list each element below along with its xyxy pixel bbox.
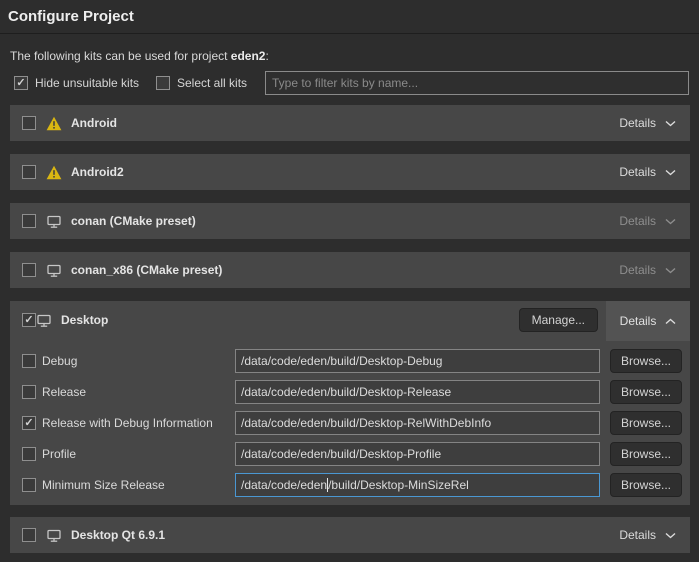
browse-button[interactable]: Browse... — [610, 442, 682, 466]
kit-checkbox[interactable] — [22, 214, 36, 228]
kit-row-conan-x86[interactable]: conan_x86 (CMake preset) Details — [10, 252, 690, 288]
browse-button[interactable]: Browse... — [610, 380, 682, 404]
desktop-icon — [46, 528, 62, 543]
browse-button[interactable]: Browse... — [610, 349, 682, 373]
kit-name: Desktop — [61, 313, 108, 327]
chevron-down-icon — [665, 267, 676, 274]
details-label: Details — [619, 116, 656, 130]
desktop-icon — [46, 263, 62, 278]
intro-text: The following kits can be used for proje… — [10, 49, 269, 63]
kit-checkbox[interactable] — [22, 313, 36, 327]
kit-checkbox[interactable] — [22, 116, 36, 130]
kit-row-desktop-qt[interactable]: Desktop Qt 6.9.1 Details — [10, 517, 690, 553]
warning-icon — [46, 165, 62, 180]
kit-name: conan_x86 (CMake preset) — [71, 263, 222, 277]
config-checkbox[interactable] — [22, 416, 36, 430]
browse-button[interactable]: Browse... — [610, 411, 682, 435]
warning-icon — [46, 116, 62, 131]
title-separator — [0, 33, 699, 34]
kit-filter-input[interactable] — [265, 71, 689, 95]
config-checkbox[interactable] — [22, 354, 36, 368]
config-label: Minimum Size Release — [42, 473, 165, 497]
kit-row-android[interactable]: Android Details — [10, 105, 690, 141]
build-config-row-minsizerel: Minimum Size Release /data/code/eden/bui… — [10, 473, 690, 497]
details-toggle[interactable]: Details — [619, 116, 676, 130]
build-config-row-debug: Debug Browse... — [10, 349, 690, 373]
desktop-icon — [46, 214, 62, 229]
details-label: Details — [619, 214, 656, 228]
config-label: Debug — [42, 349, 77, 373]
kit-checkbox[interactable] — [22, 165, 36, 179]
select-all-kits-label: Select all kits — [177, 76, 247, 90]
details-label: Details — [619, 263, 656, 277]
chevron-down-icon — [665, 532, 676, 539]
select-all-kits-checkbox[interactable] — [156, 76, 170, 90]
config-checkbox[interactable] — [22, 385, 36, 399]
hide-unsuitable-kits-control: Hide unsuitable kits — [14, 76, 139, 90]
build-dir-input[interactable] — [235, 442, 600, 466]
build-config-row-profile: Profile Browse... — [10, 442, 690, 466]
config-label: Profile — [42, 442, 76, 466]
configure-project-page: Configure Project The following kits can… — [0, 0, 699, 562]
build-dir-input[interactable] — [235, 349, 600, 373]
kit-checkbox[interactable] — [22, 263, 36, 277]
chevron-down-icon — [665, 169, 676, 176]
intro-after: : — [265, 49, 268, 63]
config-label: Release with Debug Information — [42, 411, 213, 435]
details-toggle[interactable]: Details — [619, 528, 676, 542]
select-all-kits-control: Select all kits — [156, 76, 247, 90]
intro-before: The following kits can be used for proje… — [10, 49, 231, 63]
build-dir-input[interactable] — [235, 380, 600, 404]
details-label: Details — [619, 528, 656, 542]
build-config-row-relwithdebinfo: Release with Debug Information Browse... — [10, 411, 690, 435]
config-label: Release — [42, 380, 86, 404]
desktop-icon — [36, 313, 52, 328]
manage-button[interactable]: Manage... — [519, 308, 598, 332]
chevron-down-icon — [665, 218, 676, 225]
kit-checkbox[interactable] — [22, 528, 36, 542]
hide-unsuitable-kits-checkbox[interactable] — [14, 76, 28, 90]
build-dir-input-focused[interactable]: /data/code/eden/build/Desktop-MinSizeRel — [235, 473, 600, 497]
kit-row-conan[interactable]: conan (CMake preset) Details — [10, 203, 690, 239]
kit-name: conan (CMake preset) — [71, 214, 196, 228]
details-toggle[interactable]: Details — [619, 165, 676, 179]
details-toggle: Details — [619, 214, 676, 228]
page-title: Configure Project — [8, 8, 134, 25]
path-after-caret: /build/Desktop-MinSizeRel — [328, 478, 469, 492]
browse-button[interactable]: Browse... — [610, 473, 682, 497]
path-before-caret: /data/code/eden — [241, 478, 327, 492]
build-dir-input[interactable] — [235, 411, 600, 435]
kit-panel-desktop: Details Desktop Manage... Debug Browse..… — [10, 301, 690, 505]
details-toggle: Details — [619, 263, 676, 277]
kit-name: Android — [71, 116, 117, 130]
kit-name: Android2 — [71, 165, 124, 179]
project-name: eden2 — [231, 49, 266, 63]
kit-row-android2[interactable]: Android2 Details — [10, 154, 690, 190]
hide-unsuitable-kits-label: Hide unsuitable kits — [35, 76, 139, 90]
chevron-down-icon — [665, 120, 676, 127]
build-config-row-release: Release Browse... — [10, 380, 690, 404]
config-checkbox[interactable] — [22, 447, 36, 461]
details-label: Details — [619, 165, 656, 179]
config-checkbox[interactable] — [22, 478, 36, 492]
kit-name: Desktop Qt 6.9.1 — [71, 528, 165, 542]
